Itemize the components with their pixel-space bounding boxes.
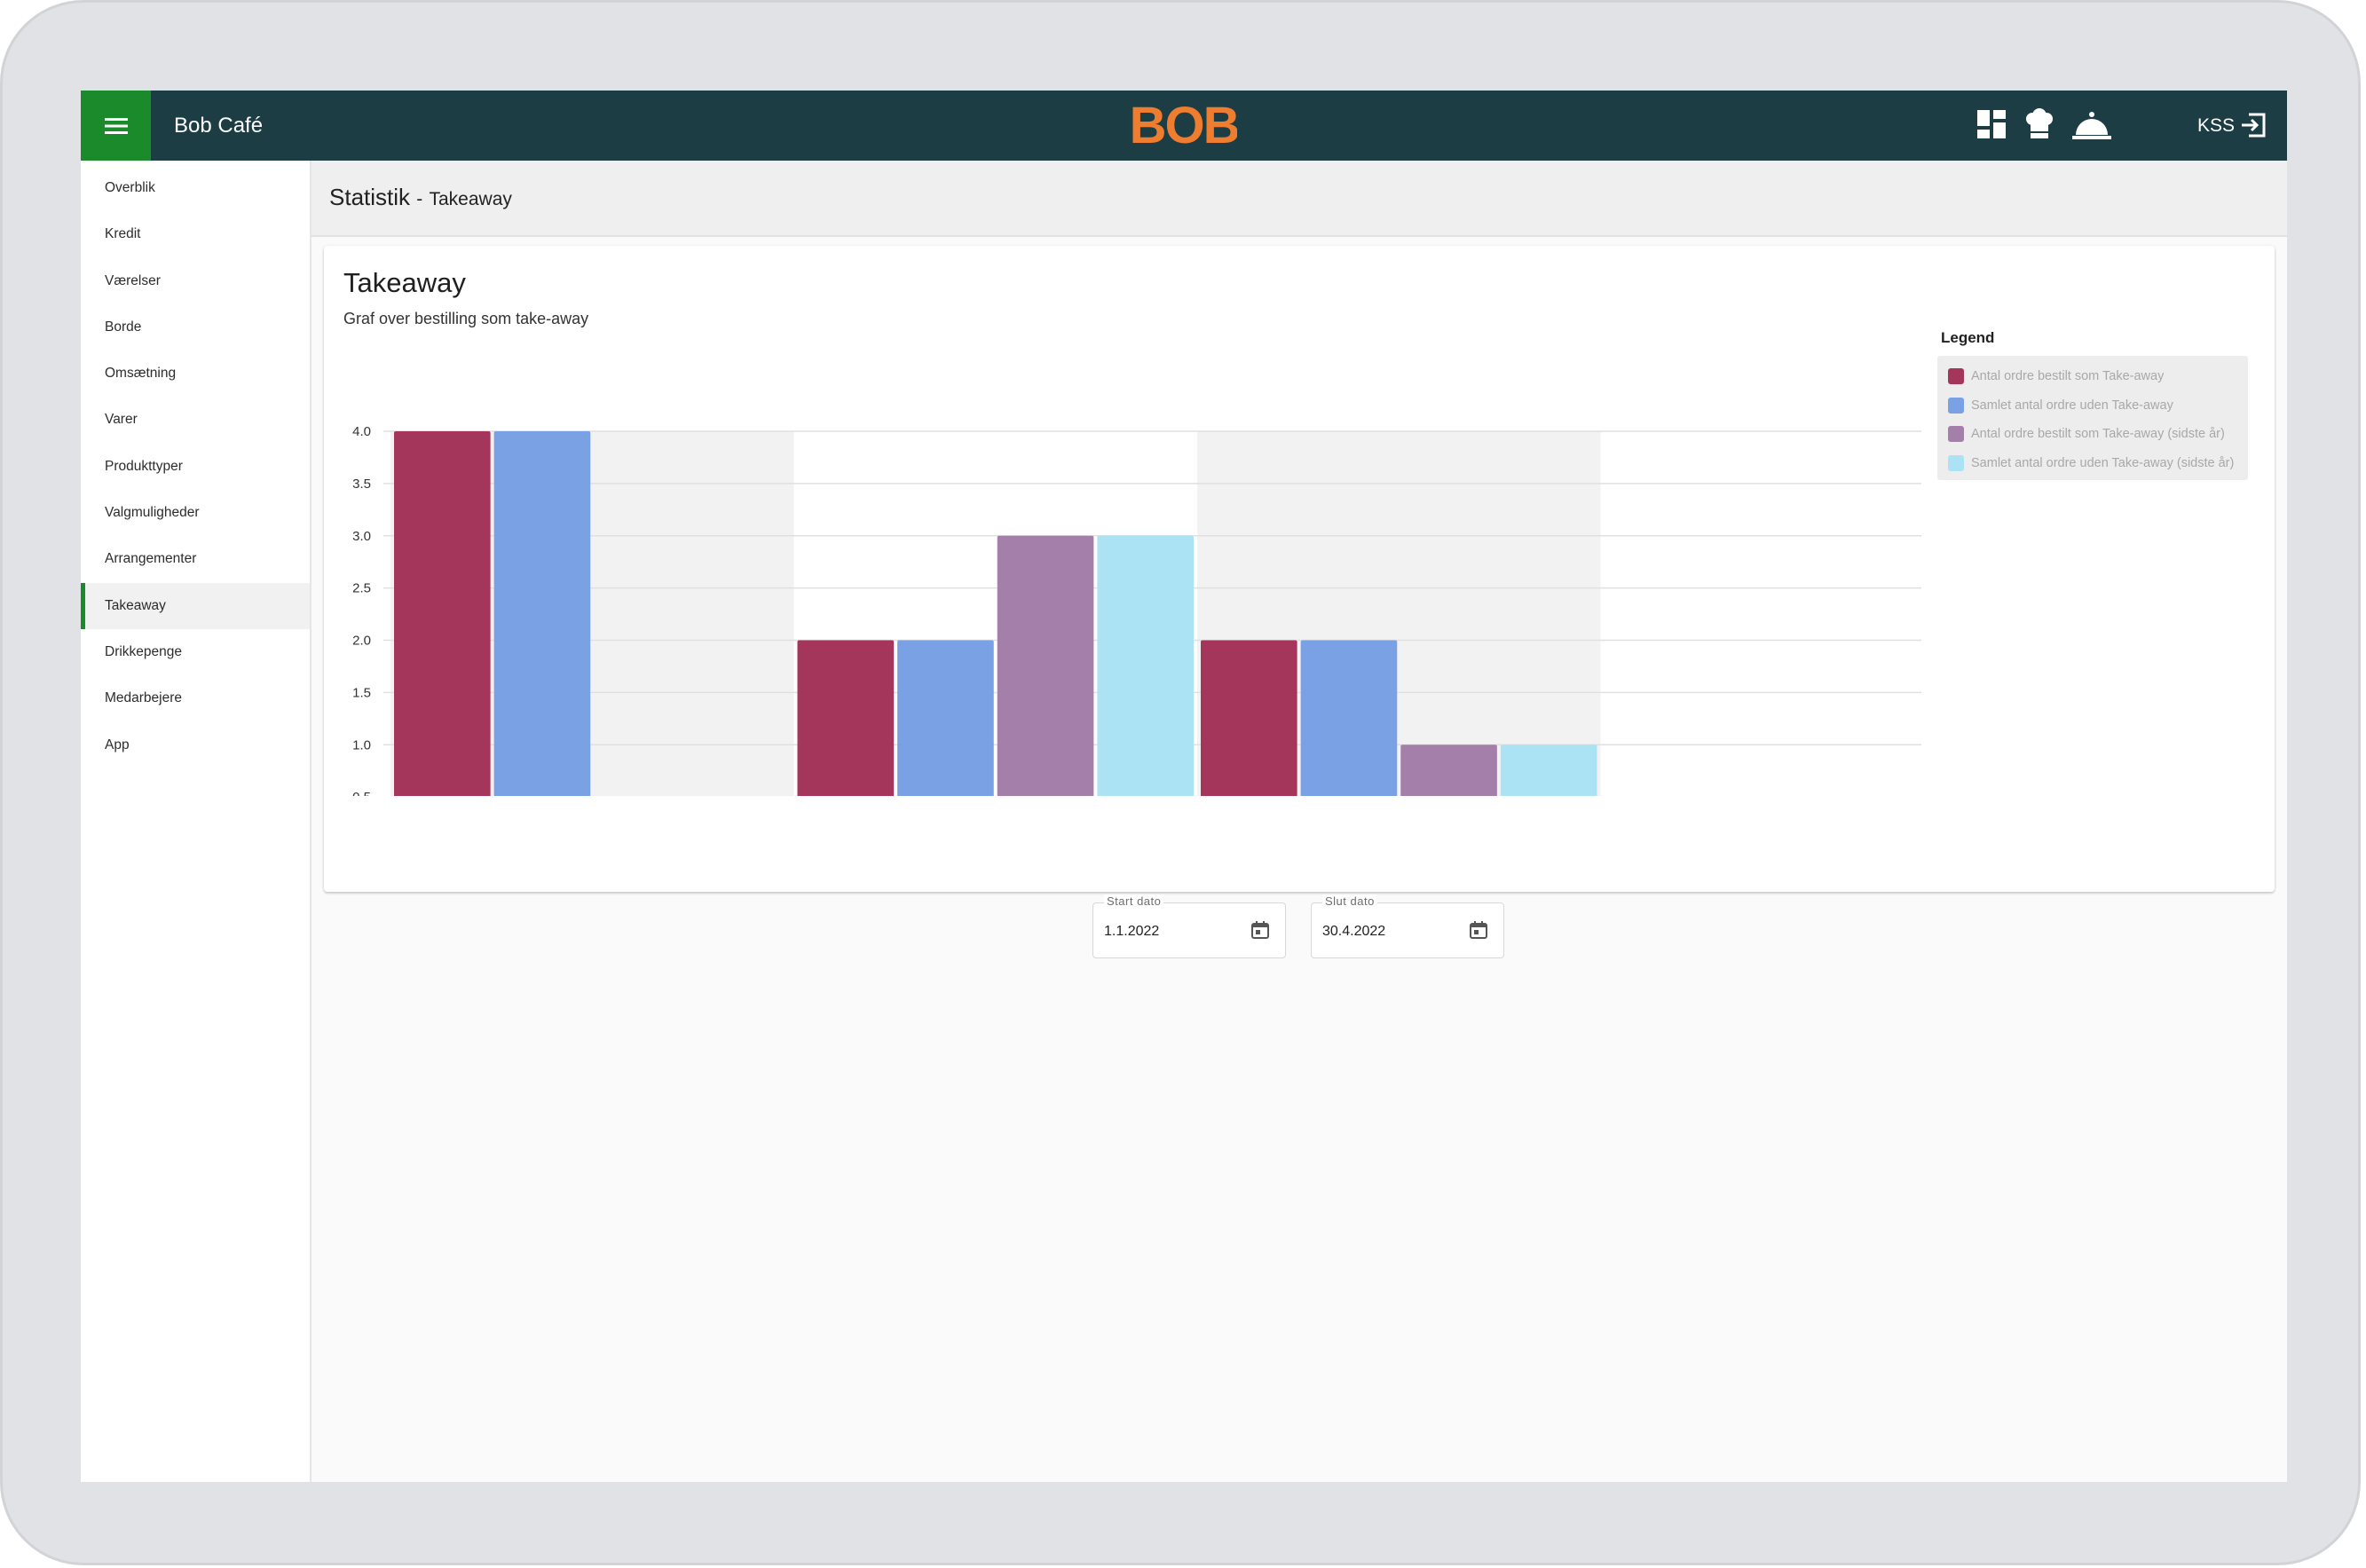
legend-swatch <box>1948 454 1964 471</box>
y-tick-label: 1.0 <box>352 737 371 752</box>
legend-label: Antal ordre bestilt som Take-away (sidst… <box>1971 427 2225 441</box>
y-tick-label: 3.0 <box>352 529 371 544</box>
chart-band <box>1600 431 1921 796</box>
start-date-label: Start dato <box>1104 894 1164 908</box>
chart-legend: Antal ordre bestilt som Take-away Samlet … <box>1937 356 2248 480</box>
bar <box>1400 745 1497 796</box>
legend-item[interactable]: Antal ordre bestilt som Take-away (sidst… <box>1948 421 2241 447</box>
start-date-value: 1.1.2022 <box>1104 924 1160 939</box>
sidebar: Overblik Kredit Værelser Borde Omsætning… <box>81 161 312 1482</box>
legend-label: Samlet antal ordre uden Take-away <box>1971 398 2173 413</box>
sidebar-item-vaerelser[interactable]: Værelser <box>81 258 310 304</box>
start-date-field[interactable]: Start dato 1.1.2022 <box>1092 894 1286 958</box>
sidebar-item-borde[interactable]: Borde <box>81 304 310 351</box>
sidebar-item-produkttyper[interactable]: Produkttyper <box>81 444 310 490</box>
y-tick-label: 0.5 <box>352 790 371 796</box>
chart-card: Takeaway Graf over bestilling som take-a… <box>324 246 2275 958</box>
bar <box>1201 640 1297 796</box>
legend-item[interactable]: Antal ordre bestilt som Take-away <box>1948 363 2241 390</box>
y-tick-label: 2.0 <box>352 634 371 649</box>
sidebar-item-overblik[interactable]: Overblik <box>81 165 310 211</box>
legend-item[interactable]: Samlet antal ordre uden Take-away (sidst… <box>1948 450 2241 477</box>
sidebar-item-omsaetning[interactable]: Omsætning <box>81 351 310 397</box>
page-title: Statistik - Takeaway <box>329 184 512 211</box>
y-tick-label: 3.5 <box>352 477 371 492</box>
bar <box>797 640 895 796</box>
bar <box>1500 745 1597 796</box>
app-title: Bob Café <box>174 114 264 138</box>
legend-label: Samlet antal ordre uden Take-away (sidst… <box>1971 455 2235 470</box>
sidebar-item-valgmuligheder[interactable]: Valgmuligheder <box>81 490 310 536</box>
service-bell-icon[interactable] <box>2070 106 2113 142</box>
logout-icon[interactable] <box>2238 110 2268 140</box>
page-title-main: Statistik <box>329 184 411 210</box>
legend-label: Antal ordre bestilt som Take-away <box>1971 369 2165 383</box>
sidebar-item-arrangementer[interactable]: Arrangementer <box>81 536 310 582</box>
sidebar-item-app[interactable]: App <box>81 722 310 768</box>
page-header: Statistik - Takeaway <box>312 161 2287 237</box>
legend-swatch <box>1948 368 1964 384</box>
legend-item[interactable]: Samlet antal ordre uden Take-away <box>1948 392 2241 419</box>
sidebar-item-kredit[interactable]: Kredit <box>81 211 310 257</box>
menu-icon <box>104 117 128 134</box>
end-date-value: 30.4.2022 <box>1322 924 1386 939</box>
sidebar-item-medarbejere[interactable]: Medarbejere <box>81 675 310 721</box>
bar-chart: 0.00.51.01.52.02.53.03.54.01. januar 202… <box>352 424 1921 796</box>
calendar-icon[interactable] <box>1250 919 1271 941</box>
end-date-label: Slut dato <box>1322 894 1377 908</box>
legend-title: Legend <box>1941 329 1995 346</box>
legend-swatch <box>1948 397 1964 414</box>
calendar-icon[interactable] <box>1468 919 1489 941</box>
sidebar-item-drikkepenge[interactable]: Drikkepenge <box>81 629 310 675</box>
page-title-sub: Takeaway <box>429 189 512 209</box>
legend-swatch <box>1948 426 1964 442</box>
bar <box>1097 535 1194 796</box>
page-title-separator: - <box>416 189 423 209</box>
bar <box>897 640 994 796</box>
bar <box>493 431 591 796</box>
end-date-field[interactable]: Slut dato 30.4.2022 <box>1311 894 1504 958</box>
bob-logo[interactable]: BOB <box>1131 99 1237 153</box>
user-label[interactable]: KSS <box>2197 91 2235 161</box>
y-tick-label: 2.5 <box>352 581 371 596</box>
bar <box>394 431 491 796</box>
sidebar-item-varer[interactable]: Varer <box>81 397 310 443</box>
dashboard-icon[interactable] <box>1974 106 2009 142</box>
logo-text: BOB <box>1131 99 1237 153</box>
app-screen: Bob Café BOB KSS Overblik Kredit Værelse… <box>81 91 2287 1482</box>
y-tick-label: 1.5 <box>352 685 371 700</box>
chef-hat-icon[interactable] <box>2022 106 2057 142</box>
bar <box>1300 640 1398 796</box>
y-tick-label: 4.0 <box>352 424 371 439</box>
menu-button[interactable] <box>81 91 151 161</box>
bar <box>997 535 1094 796</box>
top-bar: Bob Café BOB KSS <box>81 91 2287 161</box>
sidebar-item-takeaway[interactable]: Takeaway <box>81 582 310 630</box>
